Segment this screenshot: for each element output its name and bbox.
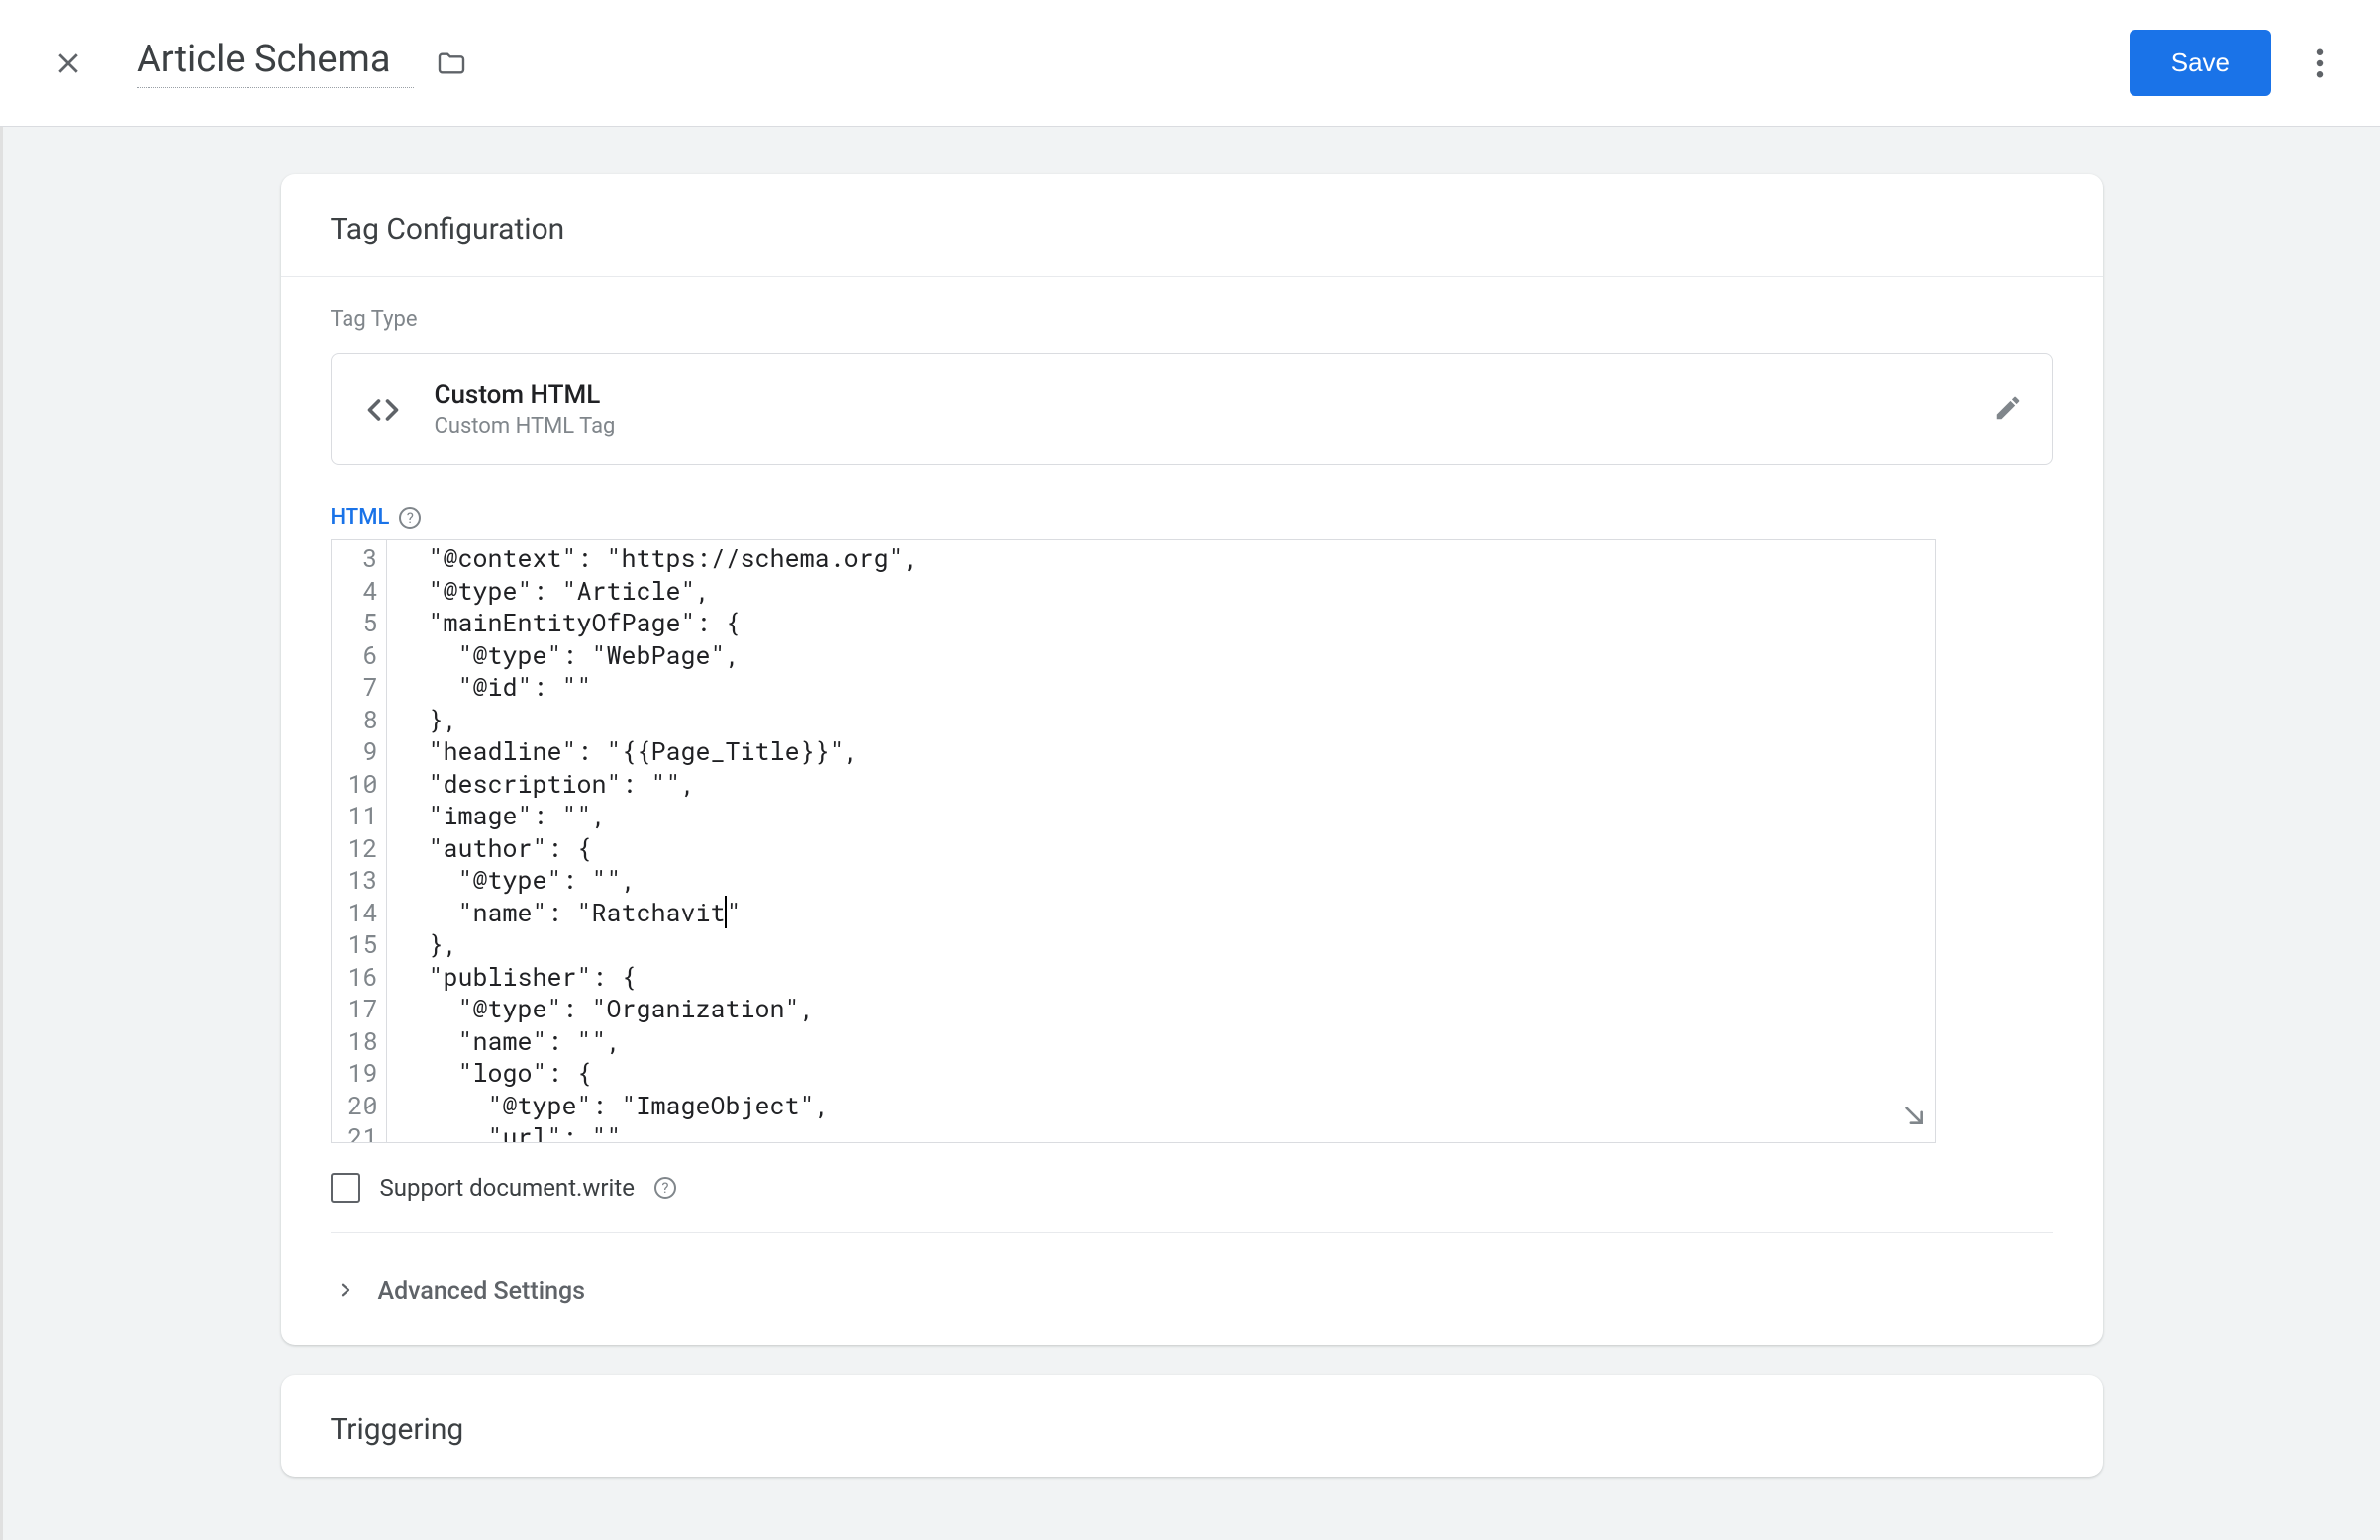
title-wrap: Article Schema bbox=[137, 38, 469, 88]
resize-handle-icon[interactable] bbox=[1900, 1102, 1926, 1135]
save-button[interactable]: Save bbox=[2130, 30, 2271, 96]
support-docwrite-label: Support document.write bbox=[380, 1174, 635, 1202]
close-icon[interactable] bbox=[48, 43, 89, 84]
tag-config-header: Tag Configuration bbox=[281, 174, 2103, 277]
triggering-card: Triggering bbox=[281, 1375, 2103, 1477]
tag-type-subtitle: Custom HTML Tag bbox=[435, 414, 616, 438]
tag-type-row[interactable]: Custom HTML Custom HTML Tag bbox=[331, 353, 2053, 465]
code-brackets-icon bbox=[361, 388, 405, 432]
more-vert-icon[interactable] bbox=[2299, 43, 2340, 84]
html-label-row: HTML ? bbox=[331, 505, 2053, 529]
support-docwrite-checkbox[interactable] bbox=[331, 1173, 360, 1203]
html-code-editor[interactable]: 3456789101112131415161718192021 "@contex… bbox=[331, 539, 1936, 1143]
tag-config-body: Tag Type Custom HTML Custom HTML Tag bbox=[281, 277, 2103, 1345]
tag-config-card: Tag Configuration Tag Type Custom HTML C… bbox=[281, 174, 2103, 1345]
folder-icon[interactable] bbox=[434, 46, 469, 81]
triggering-header: Triggering bbox=[281, 1375, 2103, 1477]
advanced-settings-label: Advanced Settings bbox=[378, 1277, 586, 1305]
code-gutter: 3456789101112131415161718192021 bbox=[332, 540, 387, 1142]
content-area: Tag Configuration Tag Type Custom HTML C… bbox=[0, 127, 2380, 1540]
tag-name-input[interactable]: Article Schema bbox=[137, 38, 414, 88]
app-root: Article Schema Save Tag Configuration Ta… bbox=[0, 0, 2380, 1540]
topbar-right: Save bbox=[2130, 30, 2340, 96]
help-icon[interactable]: ? bbox=[654, 1177, 676, 1199]
support-docwrite-row: Support document.write ? bbox=[331, 1173, 2053, 1233]
code-lines[interactable]: "@context": "https://schema.org", "@type… bbox=[387, 540, 1935, 1142]
chevron-right-icon bbox=[337, 1281, 354, 1302]
topbar: Article Schema Save bbox=[0, 0, 2380, 127]
help-icon[interactable]: ? bbox=[399, 507, 421, 529]
advanced-settings-row[interactable]: Advanced Settings bbox=[331, 1241, 2053, 1345]
tag-type-title: Custom HTML bbox=[435, 380, 616, 410]
tag-type-text: Custom HTML Custom HTML Tag bbox=[435, 380, 616, 438]
pencil-icon[interactable] bbox=[1993, 393, 2023, 427]
tag-type-label: Tag Type bbox=[331, 307, 2053, 332]
html-label: HTML bbox=[331, 505, 390, 529]
